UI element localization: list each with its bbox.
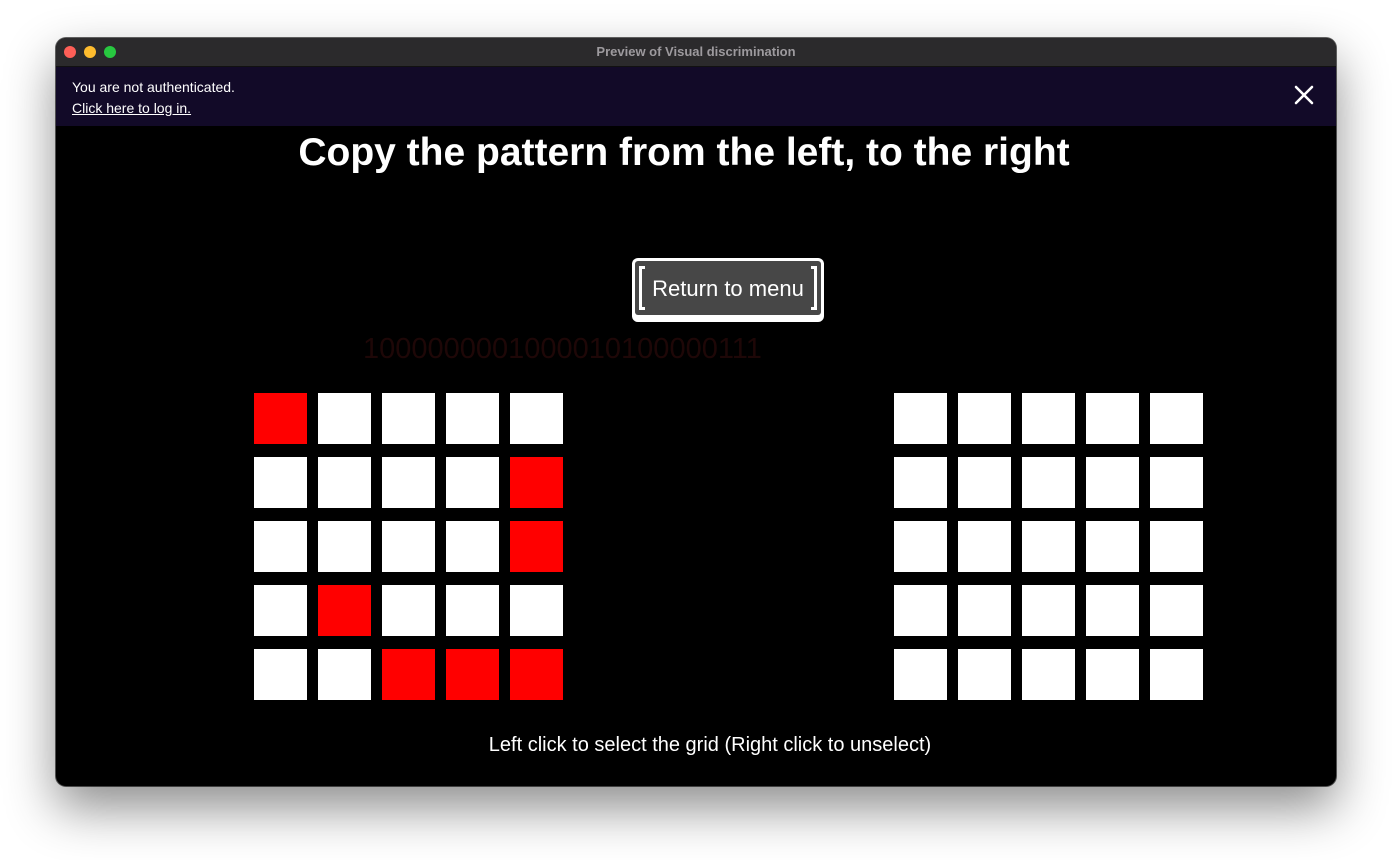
answer-grid-cell[interactable] (894, 649, 947, 700)
window-title: Preview of Visual discrimination (596, 44, 796, 59)
answer-grid-cell[interactable] (1150, 521, 1203, 572)
answer-grid-cell[interactable] (958, 393, 1011, 444)
pattern-grid-cell (382, 393, 435, 444)
title-bar: Preview of Visual discrimination (56, 38, 1336, 67)
pattern-grid-cell (446, 457, 499, 508)
pattern-grid-cell (510, 393, 563, 444)
answer-grid (894, 393, 1203, 700)
answer-grid-cell[interactable] (1086, 649, 1139, 700)
answer-grid-cell[interactable] (1086, 521, 1139, 572)
pattern-grid-cell (318, 521, 371, 572)
auth-banner: You are not authenticated. Click here to… (56, 67, 1336, 126)
pattern-grid-cell (254, 585, 307, 636)
answer-grid-cell[interactable] (1086, 393, 1139, 444)
answer-grid-cell[interactable] (1022, 585, 1075, 636)
pattern-grid-cell (254, 457, 307, 508)
auth-message: You are not authenticated. (72, 79, 235, 95)
return-to-menu-label: Return to menu (652, 276, 804, 301)
answer-grid-cell[interactable] (1150, 649, 1203, 700)
pattern-grid-cell (446, 649, 499, 700)
pattern-grid-cell (254, 521, 307, 572)
answer-grid-cell[interactable] (1150, 585, 1203, 636)
pattern-grid-cell (510, 521, 563, 572)
pattern-grid (254, 393, 563, 700)
pattern-grid-cell (446, 521, 499, 572)
answer-grid-cell[interactable] (958, 585, 1011, 636)
login-link[interactable]: Click here to log in. (72, 100, 191, 116)
pattern-grid-cell (382, 521, 435, 572)
pattern-grid-cell (318, 649, 371, 700)
answer-grid-cell[interactable] (894, 393, 947, 444)
answer-grid-cell[interactable] (1150, 457, 1203, 508)
answer-grid-cell[interactable] (1022, 649, 1075, 700)
answer-grid-cell[interactable] (1022, 521, 1075, 572)
pattern-code: 1000000001000010100000111 (363, 333, 762, 365)
pattern-grid-cell (382, 585, 435, 636)
app-window: Preview of Visual discrimination You are… (56, 38, 1336, 786)
answer-grid-cell[interactable] (958, 649, 1011, 700)
close-icon[interactable] (1292, 83, 1316, 107)
pattern-grid-cell (318, 457, 371, 508)
pattern-grid-cell (510, 585, 563, 636)
pattern-grid-cell (318, 585, 371, 636)
answer-grid-cell[interactable] (1086, 585, 1139, 636)
pattern-grid-cell (382, 457, 435, 508)
answer-grid-cell[interactable] (1086, 457, 1139, 508)
answer-grid-cell[interactable] (1022, 457, 1075, 508)
instructions-text: Left click to select the grid (Right cli… (488, 734, 932, 756)
answer-grid-cell[interactable] (894, 521, 947, 572)
page-title: Copy the pattern from the left, to the r… (298, 131, 1070, 174)
answer-grid-cell[interactable] (1022, 393, 1075, 444)
pattern-grid-cell (254, 649, 307, 700)
answer-grid-cell[interactable] (1150, 393, 1203, 444)
pattern-grid-cell (510, 649, 563, 700)
pattern-grid-cell (318, 393, 371, 444)
pattern-grid-cell (382, 649, 435, 700)
answer-grid-cell[interactable] (894, 585, 947, 636)
answer-grid-cell[interactable] (958, 457, 1011, 508)
pattern-grid-cell (446, 393, 499, 444)
pattern-grid-cell (446, 585, 499, 636)
pattern-grid-cell (510, 457, 563, 508)
answer-grid-cell[interactable] (894, 457, 947, 508)
return-to-menu-button[interactable]: Return to menu (632, 258, 824, 322)
answer-grid-cell[interactable] (958, 521, 1011, 572)
pattern-grid-cell (254, 393, 307, 444)
return-to-menu-face: Return to menu (635, 261, 821, 315)
